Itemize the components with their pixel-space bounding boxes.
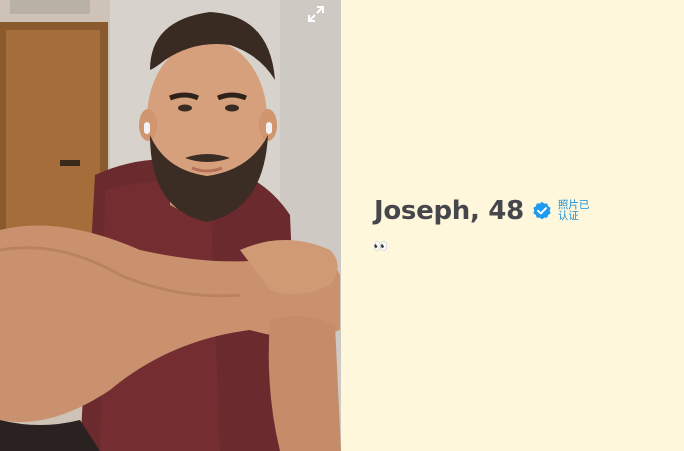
profile-photo[interactable] xyxy=(0,0,341,451)
verified-check-icon xyxy=(532,201,552,221)
bio-emoji: 👀 xyxy=(373,239,388,253)
name-row: Joseph, 48 照片已认证 xyxy=(374,196,592,226)
profile-photo-image xyxy=(0,0,341,451)
profile-card: Joseph, 48 照片已认证 👀 xyxy=(0,0,684,451)
expand-icon xyxy=(308,6,324,22)
profile-name-age: Joseph, 48 xyxy=(374,196,524,226)
photo-verified-label: 照片已认证 xyxy=(557,199,590,222)
profile-info-panel: Joseph, 48 照片已认证 👀 xyxy=(341,0,684,451)
expand-photo-button[interactable] xyxy=(307,5,325,23)
